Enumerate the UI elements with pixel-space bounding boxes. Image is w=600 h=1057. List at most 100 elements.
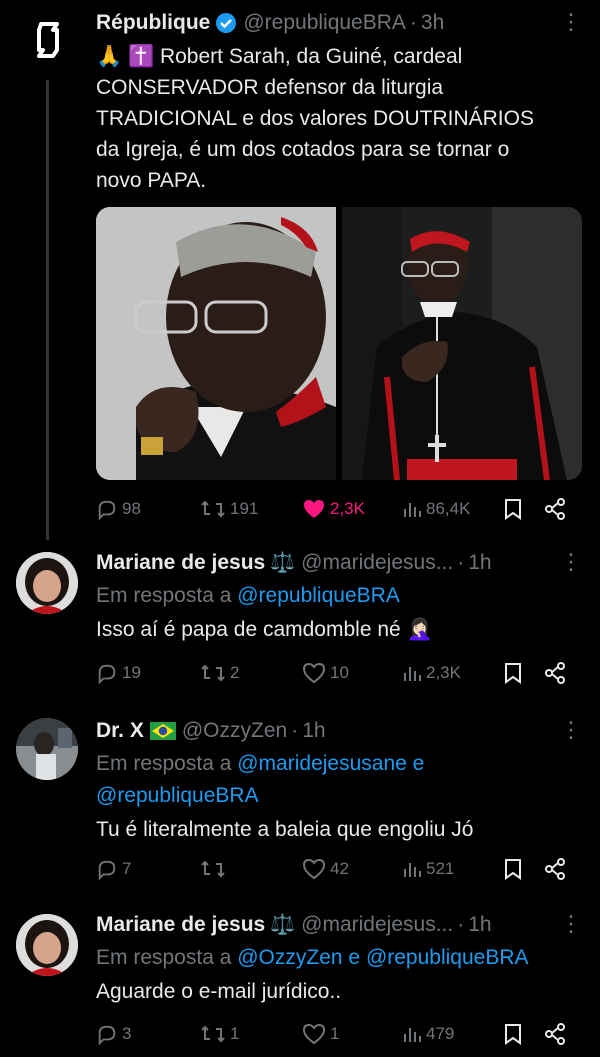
reply-button[interactable]: 19 (96, 662, 141, 684)
scales-icon: ⚖️ (270, 552, 296, 574)
share-icon (544, 498, 566, 520)
mention-link[interactable]: @republiqueBRA (96, 784, 259, 807)
reply-tweet-1[interactable]: Mariane de jesus ⚖️ @maridejesus... · 1h… (0, 540, 600, 708)
photo-cardinal-standing[interactable] (342, 207, 582, 480)
mention-link[interactable]: @OzzyZen (237, 946, 342, 969)
like-button[interactable]: 42 (302, 858, 349, 880)
views-icon (402, 1024, 422, 1044)
tweet-time[interactable]: 1h (468, 550, 491, 576)
views-button[interactable]: 479 (402, 1024, 454, 1044)
reply-context: Em resposta a @republiqueBRA (96, 584, 400, 607)
share-button[interactable] (544, 1023, 566, 1045)
views-icon (402, 499, 422, 519)
reply-context: Em resposta a @OzzyZen e @republiqueBRA (96, 946, 529, 969)
reply-tweet-2[interactable]: Dr. X @OzzyZen · 1h ⋮ Em resposta a @mar… (0, 708, 600, 908)
photo-cardinal-portrait[interactable] (96, 207, 336, 480)
author-name[interactable]: Mariane de jesus (96, 912, 265, 938)
scales-icon: ⚖️ (270, 914, 296, 936)
verified-icon (215, 12, 237, 34)
author-name[interactable]: Mariane de jesus (96, 550, 265, 576)
repost-icon (200, 498, 226, 520)
repost-count: 1 (230, 1024, 240, 1043)
like-button[interactable]: 10 (302, 662, 349, 684)
more-icon[interactable]: ⋮ (560, 10, 582, 34)
reply-count: 98 (122, 499, 141, 518)
share-button[interactable] (544, 498, 566, 520)
views-count: 2,3K (426, 663, 461, 682)
bookmark-icon (504, 1023, 522, 1045)
share-button[interactable] (544, 858, 566, 880)
separator-dot: · (291, 719, 299, 742)
tweet-time[interactable]: 1h (468, 912, 491, 938)
thread-line (46, 80, 49, 540)
repost-icon (200, 1023, 226, 1045)
like-count: 2,3K (330, 499, 365, 518)
repost-button[interactable]: 2 (200, 662, 239, 684)
reply-button[interactable]: 98 (96, 498, 141, 520)
share-icon (544, 662, 566, 684)
bookmark-button[interactable] (504, 1023, 522, 1045)
brazil-flag-icon (149, 722, 176, 740)
views-button[interactable]: 2,3K (402, 663, 461, 683)
repost-button[interactable] (200, 858, 230, 880)
avatar[interactable] (16, 914, 78, 976)
share-icon (544, 1023, 566, 1045)
mention-link[interactable]: @maridejesusane (237, 752, 407, 775)
repost-button[interactable]: 191 (200, 498, 258, 520)
views-button[interactable]: 86,4K (402, 499, 470, 519)
tweet-time[interactable]: 1h (302, 718, 325, 744)
like-count: 42 (330, 859, 349, 878)
separator-dot: · (457, 913, 465, 936)
tweet-main[interactable]: République @republiqueBRA · 3h ⋮ 🙏 ✝️ Ro… (0, 0, 600, 540)
bookmark-button[interactable] (504, 662, 522, 684)
avatar[interactable] (16, 718, 78, 780)
views-icon (402, 859, 422, 879)
repost-button[interactable]: 1 (200, 1023, 239, 1045)
author-name[interactable]: Dr. X (96, 718, 144, 744)
reply-icon (96, 1023, 118, 1045)
share-button[interactable] (544, 662, 566, 684)
tweet-text: 🙏 ✝️ Robert Sarah, da Guiné, cardeal CON… (96, 45, 534, 192)
views-icon (402, 663, 422, 683)
like-button[interactable]: 1 (302, 1023, 339, 1045)
mention-link[interactable]: @republiqueBRA (237, 584, 400, 607)
bookmark-icon (504, 498, 522, 520)
author-handle[interactable]: @republiqueBRA (243, 10, 406, 36)
views-count: 521 (426, 859, 455, 878)
logo-icon[interactable] (18, 10, 78, 70)
repost-count: 191 (230, 499, 259, 518)
share-icon (544, 858, 566, 880)
like-count: 10 (330, 663, 349, 682)
reply-tweet-3[interactable]: Mariane de jesus ⚖️ @maridejesus... · 1h… (0, 902, 600, 1057)
more-icon[interactable]: ⋮ (560, 550, 582, 574)
repost-count: 2 (230, 663, 240, 682)
author-handle[interactable]: @maridejesus... (301, 550, 453, 576)
repost-icon (200, 858, 226, 880)
like-icon (302, 1023, 326, 1045)
author-name[interactable]: République (96, 10, 210, 36)
like-button[interactable]: 2,3K (302, 498, 365, 520)
reply-button[interactable]: 3 (96, 1023, 131, 1045)
more-icon[interactable]: ⋮ (560, 912, 582, 936)
avatar[interactable] (16, 552, 78, 614)
bookmark-icon (504, 858, 522, 880)
views-button[interactable]: 521 (402, 859, 454, 879)
bookmark-icon (504, 662, 522, 684)
more-icon[interactable]: ⋮ (560, 718, 582, 742)
tweet-time[interactable]: 3h (421, 10, 444, 36)
reply-icon (96, 858, 118, 880)
author-handle[interactable]: @OzzyZen (182, 718, 287, 744)
like-icon (302, 858, 326, 880)
views-count: 479 (426, 1024, 455, 1043)
tweet-text: Tu é literalmente a baleia que engoliu J… (96, 818, 474, 841)
media-grid[interactable] (96, 207, 582, 480)
tweet-text: Isso aí é papa de camdomble né 🤦🏻‍♀️ (96, 618, 433, 641)
bookmark-button[interactable] (504, 858, 522, 880)
author-handle[interactable]: @maridejesus... (301, 912, 453, 938)
like-count: 1 (330, 1024, 340, 1043)
reply-context: Em resposta a @maridejesusane e @republi… (96, 752, 425, 807)
reply-count: 19 (122, 663, 141, 682)
bookmark-button[interactable] (504, 498, 522, 520)
reply-button[interactable]: 7 (96, 858, 131, 880)
mention-link[interactable]: @republiqueBRA (366, 946, 529, 969)
